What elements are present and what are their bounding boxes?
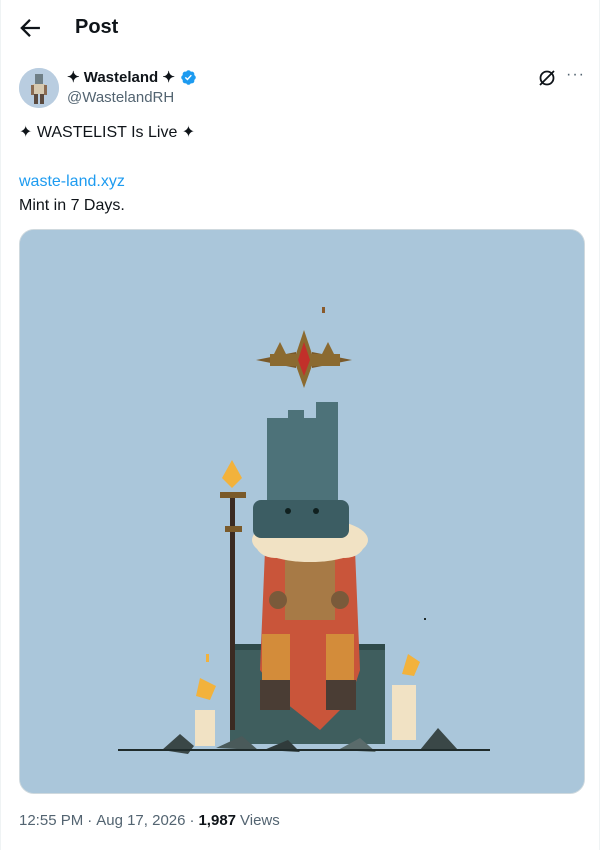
page-title: Post [75,16,119,38]
top-bar: Post [0,0,602,56]
more-options-button[interactable]: ··· [566,66,586,86]
author-handle[interactable]: @WastelandRH [67,89,174,106]
views-count: 1,987 [198,812,237,829]
tweet-text-line: Mint in 7 Days. [19,197,125,214]
author-name-row[interactable]: ✦ Wasteland ✦ [67,68,197,86]
slashed-circle-icon[interactable] [537,68,557,88]
tweet-link[interactable]: waste-land.xyz [19,172,125,192]
post-time[interactable]: 12:55 PM [19,812,83,829]
display-name[interactable]: ✦ Wasteland ✦ [67,68,175,86]
tweet-text-line: ✦ WASTELIST Is Live ✦ [19,124,196,141]
post-meta: 12:55 PM · Aug 17, 2026 · 1,987 Views [19,812,280,829]
tweet-media-image[interactable] [19,229,585,794]
separator-dot: · [189,812,195,829]
views-label: Views [240,812,280,829]
throne-king-illustration-icon [20,230,584,793]
post-date[interactable]: Aug 17, 2026 [96,812,185,829]
wasteland-character-avatar-icon [19,68,59,108]
separator-dot: · [87,812,93,829]
verified-badge-icon [181,69,196,85]
arrow-left-icon[interactable] [16,14,44,42]
avatar[interactable] [19,68,59,108]
